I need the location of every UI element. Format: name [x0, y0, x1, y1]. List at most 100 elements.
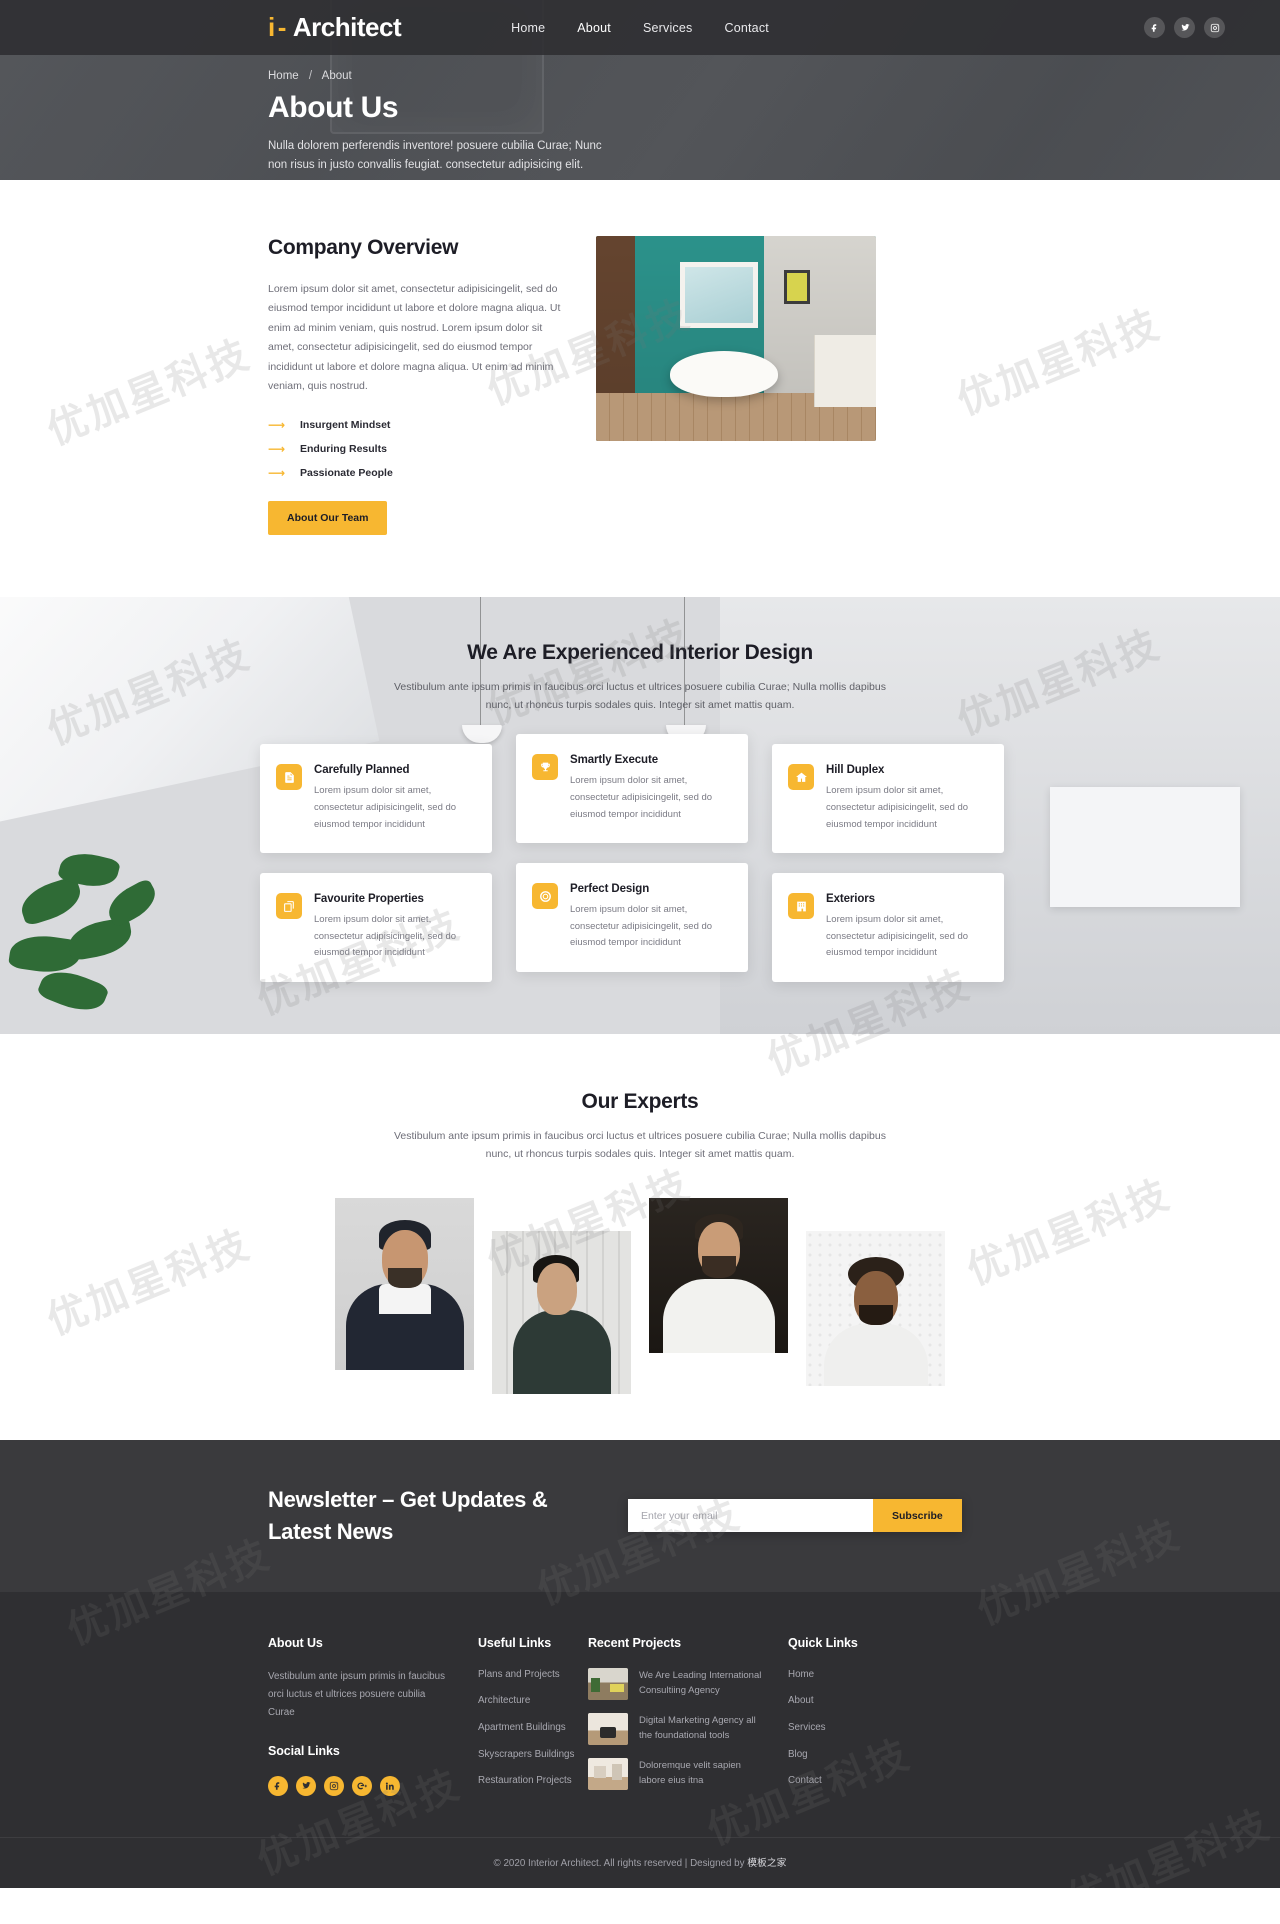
footer-quick-link-home[interactable]: Home: [788, 1668, 918, 1682]
footer-about-heading: About Us: [268, 1635, 323, 1650]
subscribe-button[interactable]: Subscribe: [873, 1499, 962, 1533]
breadcrumb-current: About: [321, 70, 352, 82]
nav-item-home[interactable]: Home: [511, 21, 545, 35]
expert-photo-2[interactable]: [492, 1230, 631, 1394]
footer-link-restauration-projects[interactable]: Restauration Projects: [478, 1774, 588, 1788]
breadcrumb-separator: /: [308, 70, 313, 82]
brand-dash: -: [277, 12, 287, 42]
feature-card-title: Exteriors: [826, 893, 875, 906]
nav-item-about[interactable]: About: [577, 21, 611, 35]
footer-link-plans-and-projects[interactable]: Plans and Projects: [478, 1668, 588, 1682]
footer-social-heading: Social Links: [268, 1743, 340, 1758]
project-thumbnail: [588, 1667, 628, 1700]
newsletter-form: Subscribe: [628, 1499, 962, 1533]
list-item: ⟶ Insurgent Mindset: [268, 419, 568, 431]
footer-column-about: About Us Vestibulum ante ipsum primis in…: [268, 1636, 478, 1803]
list-item: ⟶ Enduring Results: [268, 443, 568, 455]
feature-card-text: Lorem ipsum dolor sit amet, consectetur …: [826, 914, 969, 959]
feature-card-exteriors[interactable]: Exteriors Lorem ipsum dolor sit amet, co…: [772, 873, 1004, 983]
footer-link-skyscrapers-buildings[interactable]: Skyscrapers Buildings: [478, 1748, 588, 1762]
facebook-icon[interactable]: [268, 1775, 288, 1796]
about-our-team-button[interactable]: About Our Team: [268, 500, 388, 535]
google-plus-icon[interactable]: [352, 1775, 372, 1796]
overview-image-window: [680, 262, 758, 328]
feature-card-smartly-execute[interactable]: Smartly Execute Lorem ipsum dolor sit am…: [516, 734, 748, 844]
feature-card-perfect-design[interactable]: Perfect Design Lorem ipsum dolor sit ame…: [516, 863, 748, 973]
footer-column-useful-links: Useful Links Plans and Projects Architec…: [478, 1636, 588, 1803]
feature-card-favourite-properties[interactable]: Favourite Properties Lorem ipsum dolor s…: [260, 873, 492, 983]
document-icon: [276, 764, 302, 791]
linkedin-icon[interactable]: [380, 1775, 400, 1796]
expert-photo-3[interactable]: [649, 1197, 788, 1353]
nav-item-services[interactable]: Services: [643, 21, 693, 35]
footer-social-links: [268, 1775, 478, 1796]
trophy-icon: [532, 754, 558, 781]
copy-icon: [276, 893, 302, 920]
arrow-right-icon: ⟶: [268, 441, 286, 456]
feature-card-text: Lorem ipsum dolor sit amet, consectetur …: [826, 785, 969, 830]
feature-card-carefully-planned[interactable]: Carefully Planned Lorem ipsum dolor sit …: [260, 744, 492, 854]
header-social-links: [1144, 17, 1225, 38]
footer-quick-link-about[interactable]: About: [788, 1694, 918, 1708]
site-header: i - Architect Home About Services Contac…: [0, 0, 1280, 55]
footer-quick-link-services[interactable]: Services: [788, 1721, 918, 1735]
newsletter-title: Newsletter – Get Updates & Latest News: [268, 1486, 548, 1544]
overview-image: [596, 236, 876, 441]
instagram-icon[interactable]: [1204, 17, 1225, 38]
feature-card-text: Lorem ipsum dolor sit amet, consectetur …: [314, 914, 457, 959]
list-item: ⟶ Passionate People: [268, 467, 568, 479]
project-title: Doloremque velit sapien labore eius itna: [639, 1759, 741, 1786]
newsletter-section: Newsletter – Get Updates & Latest News S…: [0, 1439, 1280, 1592]
footer-column-recent-projects: Recent Projects We Are Leading Internati…: [588, 1636, 788, 1803]
page-subtitle: Nulla dolorem perferendis inventore! pos…: [268, 140, 602, 171]
nav-item-contact[interactable]: Contact: [724, 21, 768, 35]
footer-quick-link-blog[interactable]: Blog: [788, 1748, 918, 1762]
arrow-right-icon: ⟶: [268, 465, 286, 480]
expert-photo-4[interactable]: [806, 1230, 945, 1386]
list-item[interactable]: Doloremque velit sapien labore eius itna: [588, 1757, 788, 1790]
building-icon: [788, 893, 814, 920]
page-root: i - Architect Home About Services Contac…: [0, 0, 1280, 1888]
footer-useful-heading: Useful Links: [478, 1635, 552, 1650]
list-item[interactable]: We Are Leading International Consultiing…: [588, 1667, 788, 1700]
twitter-icon[interactable]: [1174, 17, 1195, 38]
brand-logo[interactable]: i - Architect: [268, 12, 402, 43]
brand-name: Architect: [292, 12, 402, 42]
brand-mark-icon: i: [268, 12, 275, 42]
facebook-icon[interactable]: [1144, 17, 1165, 38]
bullet-label: Insurgent Mindset: [300, 418, 391, 431]
feature-card-title: Favourite Properties: [314, 893, 424, 906]
list-item[interactable]: Digital Marketing Agency all the foundat…: [588, 1712, 788, 1745]
home-icon: [788, 764, 814, 791]
arrow-right-icon: ⟶: [268, 417, 286, 432]
footer-link-architecture[interactable]: Architecture: [478, 1694, 588, 1708]
designer-credit[interactable]: 模板之家: [747, 1858, 786, 1869]
feature-card-hill-duplex[interactable]: Hill Duplex Lorem ipsum dolor sit amet, …: [772, 744, 1004, 854]
footer-link-apartment-buildings[interactable]: Apartment Buildings: [478, 1721, 588, 1735]
footer-quick-link-contact[interactable]: Contact: [788, 1774, 918, 1788]
feature-card-text: Lorem ipsum dolor sit amet, consectetur …: [570, 904, 713, 949]
instagram-icon[interactable]: [324, 1775, 344, 1796]
breadcrumb: Home / About: [268, 70, 1280, 82]
overview-text-column: Company Overview Lorem ipsum dolor sit a…: [268, 236, 568, 535]
project-title: Digital Marketing Agency all the foundat…: [639, 1714, 756, 1741]
overview-bullet-list: ⟶ Insurgent Mindset ⟶ Enduring Results ⟶…: [268, 419, 568, 479]
interior-design-section: We Are Experienced Interior Design Vesti…: [0, 596, 1280, 1035]
footer-about-text: Vestibulum ante ipsum primis in faucibus…: [268, 1670, 445, 1718]
experts-title: Our Experts: [581, 1090, 699, 1114]
page-title: About Us: [268, 91, 399, 124]
company-overview-section: Company Overview Lorem ipsum dolor sit a…: [0, 180, 1280, 597]
design-subtitle: Vestibulum ante ipsum primis in faucibus…: [394, 680, 886, 711]
overview-image-artwork: [784, 270, 810, 304]
expert-photo-1[interactable]: [335, 1197, 474, 1370]
main-nav: Home About Services Contact: [511, 21, 769, 35]
breadcrumb-home[interactable]: Home: [268, 70, 299, 82]
newsletter-email-input[interactable]: [628, 1499, 873, 1533]
project-thumbnail: [588, 1712, 628, 1745]
our-experts-section: Our Experts Vestibulum ante ipsum primis…: [0, 1034, 1280, 1440]
overview-paragraph: Lorem ipsum dolor sit amet, consectetur …: [268, 283, 561, 393]
twitter-icon[interactable]: [296, 1775, 316, 1796]
footer-quick-heading: Quick Links: [788, 1635, 858, 1650]
overview-title: Company Overview: [268, 236, 459, 259]
copyright-text: © 2020 Interior Architect. All rights re…: [493, 1857, 748, 1869]
